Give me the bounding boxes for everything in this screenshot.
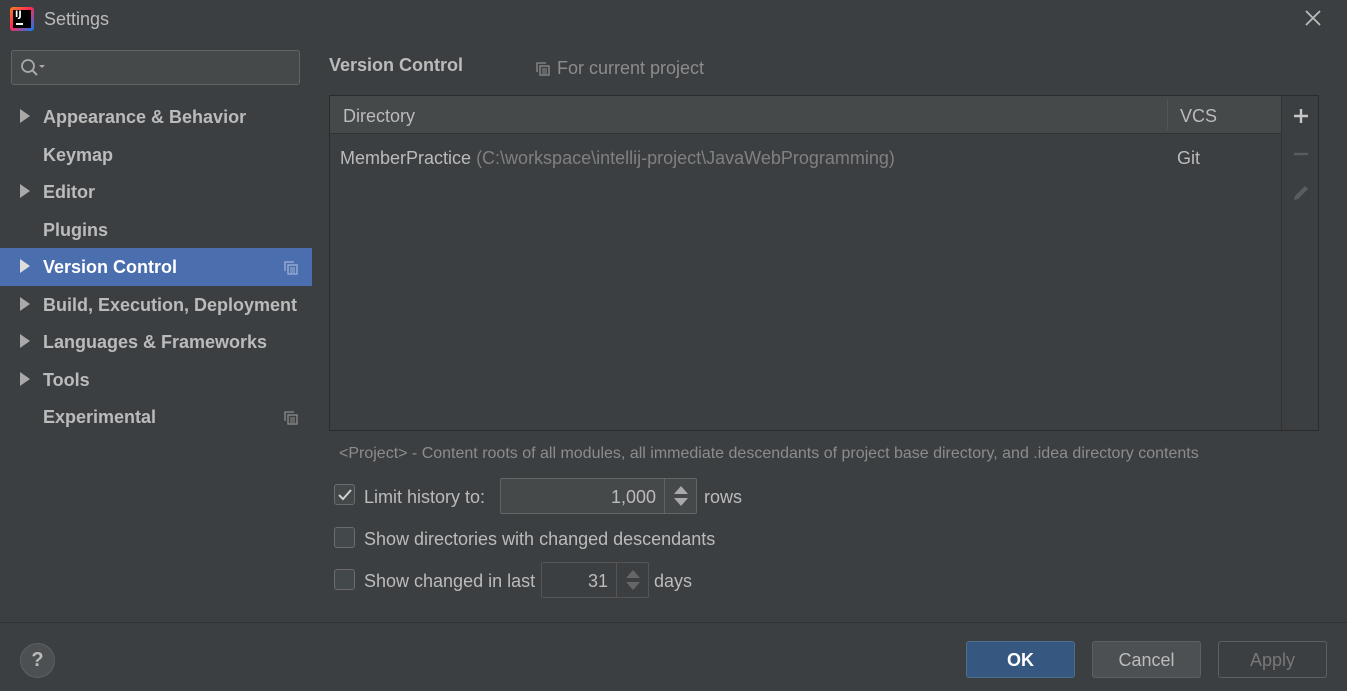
tree-item-experimental[interactable]: Experimental [0, 398, 312, 436]
limit-history-checkbox[interactable] [334, 484, 355, 505]
table-row[interactable]: MemberPractice (C:\workspace\intellij-pr… [330, 140, 1281, 176]
tree-item-editor[interactable]: Editor [0, 173, 312, 211]
project-scope-icon [536, 60, 550, 81]
remove-icon[interactable] [1291, 144, 1311, 164]
spinner-down-icon[interactable] [674, 498, 688, 506]
expand-arrow-icon[interactable] [20, 184, 30, 198]
tree-item-label: Tools [43, 369, 90, 390]
vcs-mappings-table: Directory VCS MemberPractice (C:\workspa… [329, 95, 1319, 431]
column-header-directory[interactable]: Directory [343, 96, 415, 133]
expand-arrow-icon[interactable] [20, 334, 30, 348]
directory-cell: MemberPractice (C:\workspace\intellij-pr… [340, 148, 895, 169]
edit-icon[interactable] [1291, 183, 1311, 203]
show-changed-days-spinner[interactable]: 31 [541, 562, 649, 598]
limit-history-spinner[interactable]: 1,000 [500, 478, 697, 514]
settings-search-input[interactable] [11, 50, 300, 85]
ok-button[interactable]: OK [966, 641, 1075, 678]
scope-hint: For current project [536, 58, 704, 79]
settings-sidebar: Appearance & Behavior Keymap Editor Plug… [0, 38, 312, 622]
tree-item-label: Keymap [43, 144, 114, 165]
table-header: Directory VCS [330, 96, 1281, 134]
page-title: Version Control [329, 55, 464, 75]
column-header-vcs[interactable]: VCS [1180, 96, 1217, 133]
project-scope-icon [284, 409, 298, 430]
table-toolbar [1281, 96, 1318, 430]
dialog-footer: ? OK Cancel Apply [0, 622, 1347, 691]
tree-item-label: Appearance & Behavior [43, 107, 247, 127]
spinner-arrows[interactable] [664, 479, 696, 513]
tree-item-keymap[interactable]: Keymap [0, 136, 312, 174]
expand-arrow-icon[interactable] [20, 296, 30, 311]
tree-item-languages-frameworks[interactable]: Languages & Frameworks [0, 323, 312, 361]
tree-item-label: Editor [43, 182, 95, 202]
show-changed-days-value[interactable]: 31 [588, 571, 608, 592]
tree-item-version-control[interactable]: Version Control [0, 248, 312, 286]
spinner-up-icon[interactable] [626, 570, 640, 578]
vcs-cell: Git [1177, 148, 1201, 168]
tree-item-appearance-behavior[interactable]: Appearance & Behavior [0, 98, 312, 136]
settings-tree: Appearance & Behavior Keymap Editor Plug… [0, 98, 312, 436]
close-icon[interactable] [1301, 6, 1325, 30]
tree-item-plugins[interactable]: Plugins [0, 211, 312, 249]
expand-arrow-icon[interactable] [20, 109, 30, 123]
show-changed-suffix: days [654, 571, 693, 591]
show-directories-label[interactable]: Show directories with changed descendant… [364, 529, 715, 550]
window-title: Settings [44, 9, 110, 29]
tree-item-tools[interactable]: Tools [0, 361, 312, 399]
expand-arrow-icon[interactable] [20, 259, 30, 273]
directory-note: <Project> - Content roots of all modules… [339, 445, 1199, 462]
tree-item-label: Version Control [43, 257, 178, 277]
project-scope-icon [284, 259, 298, 280]
apply-button[interactable]: Apply [1218, 641, 1327, 678]
scope-hint-text: For current project [557, 58, 705, 78]
tree-item-label: Plugins [43, 219, 109, 240]
search-icon[interactable] [20, 58, 48, 83]
cancel-button[interactable]: Cancel [1092, 641, 1201, 678]
directory-name: MemberPractice [340, 148, 472, 168]
add-icon[interactable] [1291, 106, 1311, 126]
show-changed-checkbox[interactable] [334, 569, 355, 590]
tree-item-label: Languages & Frameworks [43, 332, 268, 352]
show-changed-label[interactable]: Show changed in last [364, 571, 535, 592]
limit-history-value[interactable]: 1,000 [611, 487, 656, 508]
settings-content: Version Control For current project Dire… [312, 38, 1347, 622]
intellij-logo-icon: IJ [10, 7, 34, 31]
show-directories-checkbox[interactable] [334, 527, 355, 548]
help-button[interactable]: ? [20, 643, 55, 678]
expand-arrow-icon[interactable] [20, 371, 30, 386]
directory-path: (C:\workspace\intellij-project\JavaWebPr… [476, 148, 895, 168]
tree-item-label: Experimental [43, 407, 157, 427]
limit-history-suffix: rows [704, 487, 743, 507]
tree-item-build-execution-deployment[interactable]: Build, Execution, Deployment [0, 286, 312, 324]
tree-item-label: Build, Execution, Deployment [43, 294, 298, 315]
spinner-down-icon[interactable] [626, 582, 640, 590]
title-bar: IJ Settings [0, 0, 1347, 38]
spinner-up-icon[interactable] [674, 486, 688, 494]
column-divider[interactable] [1167, 100, 1168, 130]
limit-history-label[interactable]: Limit history to: [364, 487, 485, 508]
spinner-arrows[interactable] [616, 563, 648, 597]
